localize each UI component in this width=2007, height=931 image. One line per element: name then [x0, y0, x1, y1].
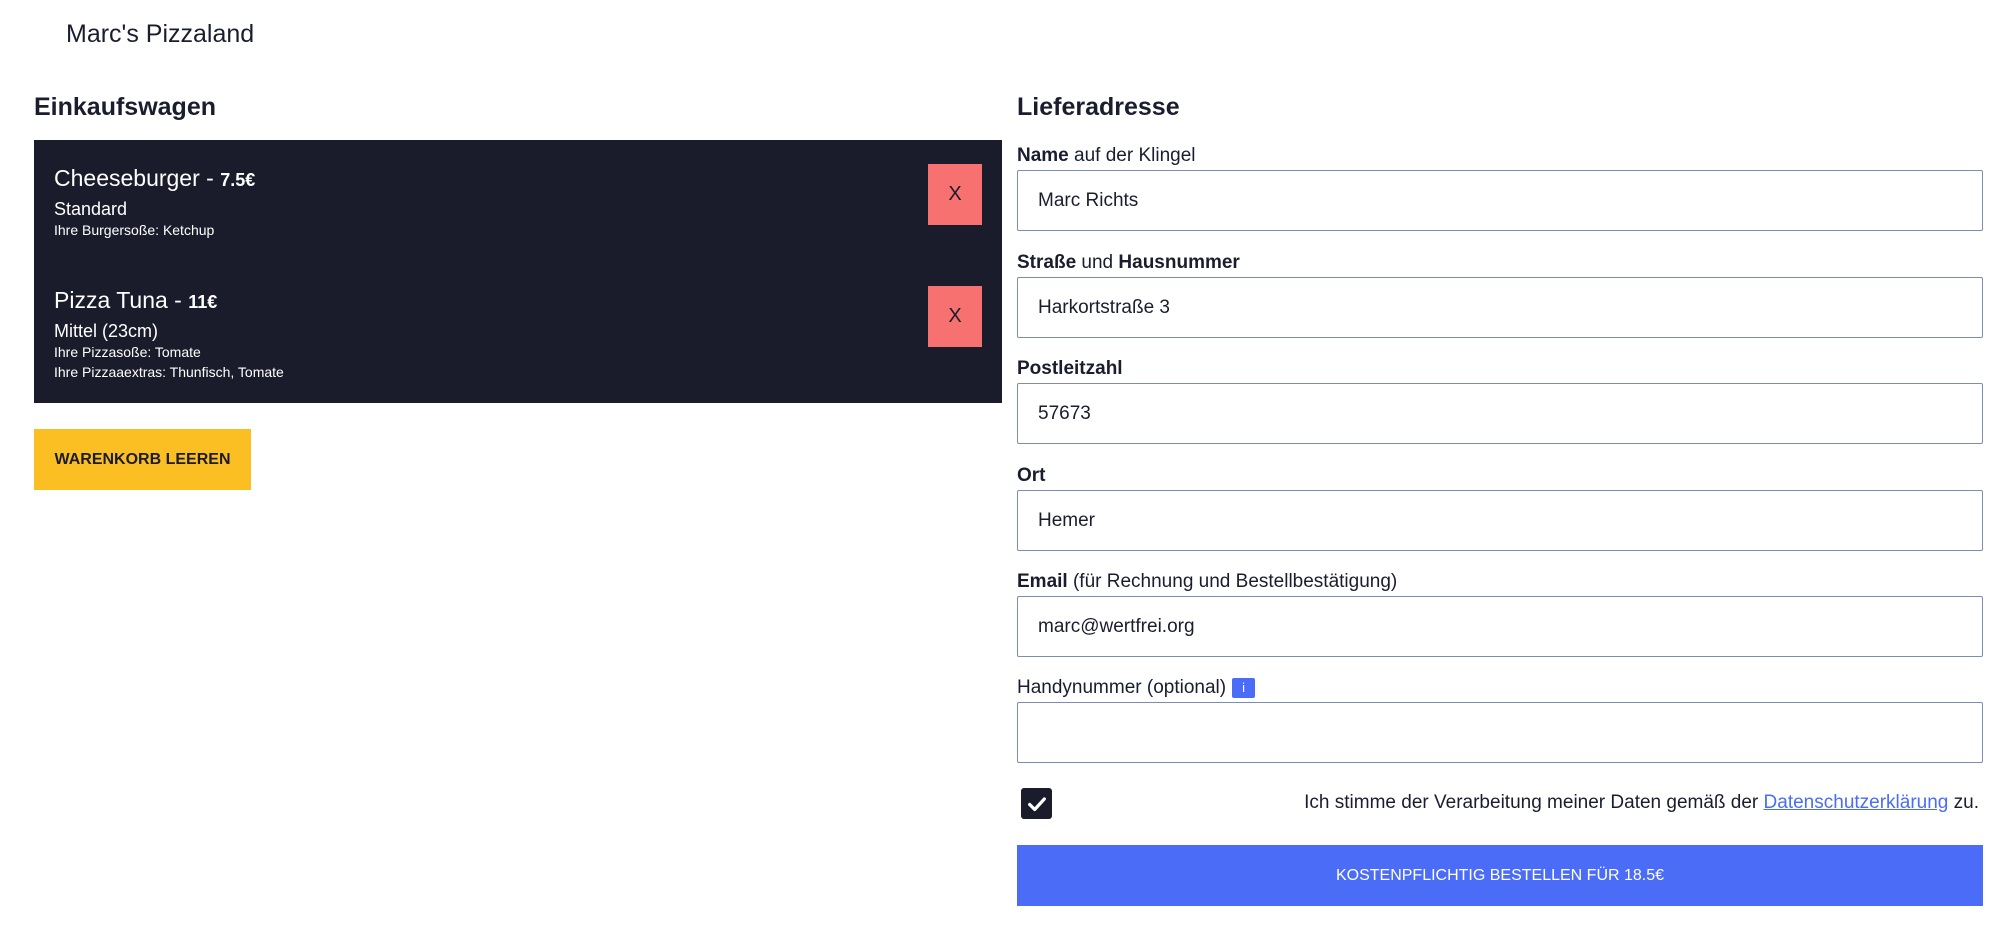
cart-item-price: 7.5€: [220, 170, 256, 190]
city-field[interactable]: [1017, 490, 1983, 551]
email-label: Email (für Rechnung und Bestellbestätigu…: [1017, 571, 1398, 592]
consent-checkbox[interactable]: [1021, 788, 1052, 819]
cart-item-size: Standard: [54, 199, 128, 219]
brand-title: Marc's Pizzaland: [66, 20, 255, 48]
cart-item-separator: -: [199, 165, 221, 191]
address-heading: Lieferadresse: [1017, 93, 1180, 121]
name-field[interactable]: [1017, 170, 1983, 231]
street-field[interactable]: [1017, 277, 1983, 338]
cart-item: Cheeseburger - 7.5€ Standard Ihre Burger…: [54, 164, 982, 240]
cart-item-detail: Ihre Burgersoße: Ketchup: [54, 222, 215, 238]
cart-item-name: Pizza Tuna: [54, 287, 168, 313]
cart-item-detail: Ihre Pizzaaextras: Thunfisch, Tomate: [54, 364, 284, 380]
cart-item-detail: Ihre Pizzasoße: Tomate: [54, 344, 201, 360]
cart-item: Pizza Tuna - 11€ Mittel (23cm) Ihre Pizz…: [54, 286, 982, 382]
info-icon[interactable]: i: [1232, 677, 1256, 698]
cart-item-name: Cheeseburger: [54, 165, 200, 191]
cart-item-price: 11€: [188, 292, 218, 312]
name-label: Name auf der Klingel: [1017, 145, 1196, 166]
phone-field[interactable]: [1017, 702, 1983, 763]
cart-heading: Einkaufswagen: [34, 93, 216, 121]
city-label: Ort: [1017, 465, 1046, 486]
privacy-policy-link[interactable]: Datenschutzerklärung: [1764, 792, 1949, 813]
checkmark-icon: [1027, 796, 1046, 811]
cart-item-title: Pizza Tuna - 11€: [54, 286, 982, 316]
phone-label: Handynummer (optional) i: [1017, 677, 1256, 699]
remove-item-button[interactable]: X: [928, 286, 982, 347]
zip-label: Postleitzahl: [1017, 358, 1123, 379]
clear-cart-button[interactable]: Warenkorb leeren: [34, 429, 251, 490]
zip-field[interactable]: [1017, 383, 1983, 444]
order-button[interactable]: Kostenpflichtig bestellen für 18.5€: [1017, 845, 1983, 906]
cart-item-size: Mittel (23cm): [54, 321, 159, 341]
cart-item-title: Cheeseburger - 7.5€: [54, 164, 982, 194]
street-label: Straße und Hausnummer: [1017, 252, 1240, 273]
cart-item-separator: -: [167, 287, 189, 313]
email-field[interactable]: [1017, 596, 1983, 657]
cart-list: Cheeseburger - 7.5€ Standard Ihre Burger…: [34, 140, 1002, 403]
consent-text: Ich stimme der Verarbeitung meiner Daten…: [1304, 792, 1979, 813]
remove-item-button[interactable]: X: [928, 164, 982, 225]
